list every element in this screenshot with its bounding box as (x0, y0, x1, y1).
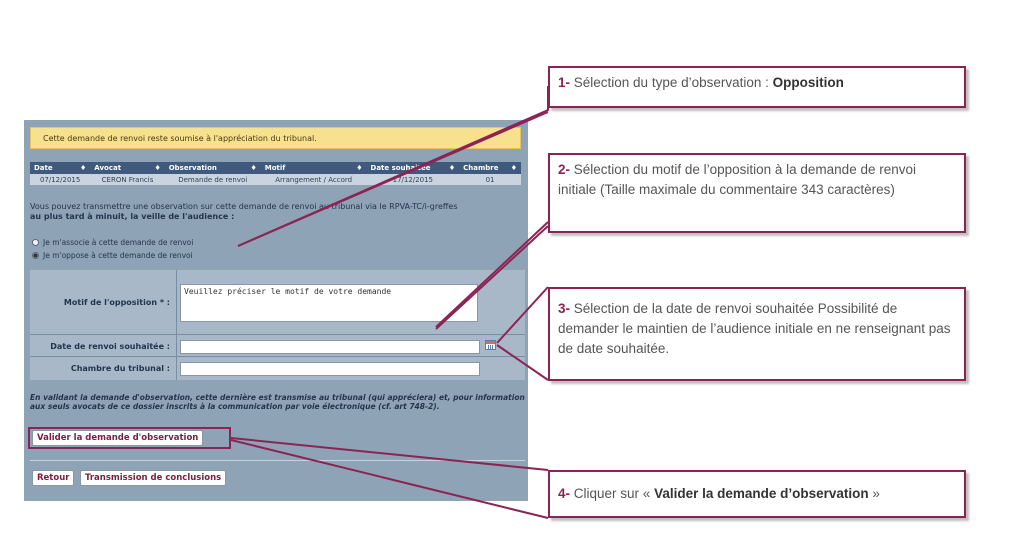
radio-associate[interactable] (32, 239, 39, 246)
col-observation[interactable]: Observation ♦ (164, 162, 261, 174)
date-input[interactable] (180, 340, 480, 354)
callout-2: 2- Sélection du motif de l’opposition à … (548, 153, 966, 233)
col-date-souhaitee[interactable]: Date souhaitée ♦ (366, 162, 460, 174)
notice-banner: Cette demande de renvoi reste soumise à … (30, 127, 521, 149)
callout-2-text: Sélection du motif de l’opposition à la … (558, 162, 916, 197)
cell-date: 07/12/2015 (30, 174, 91, 185)
info-text: Vous pouvez transmettre une observation … (30, 202, 525, 222)
col-avocat[interactable]: Avocat ♦ (90, 162, 165, 174)
radio-associate-row[interactable]: Je m'associe à cette demande de renvoi (32, 238, 193, 247)
sort-icon[interactable]: ♦ (356, 164, 362, 172)
chambre-input[interactable] (180, 362, 480, 376)
callout-3-text: Sélection de la date de renvoi souhaitée… (558, 301, 951, 356)
form-row-divider (30, 356, 525, 357)
col-motif[interactable]: Motif ♦ (260, 162, 367, 174)
sort-icon[interactable]: ♦ (154, 164, 160, 172)
back-button[interactable]: Retour (32, 470, 75, 486)
callout-3-number: 3- (558, 301, 571, 316)
cell-avocat: CERON Francis (90, 174, 165, 185)
table-header-row: Date ♦ Avocat ♦ Observation ♦ Motif ♦ Da… (30, 162, 521, 174)
divider (30, 460, 525, 461)
sort-icon[interactable]: ♦ (449, 164, 455, 172)
radio-oppose[interactable] (32, 252, 39, 259)
callout-1-number: 1- (558, 75, 571, 90)
sort-icon[interactable]: ♦ (511, 164, 517, 172)
callout-3: 3- Sélection de la date de renvoi souhai… (548, 287, 966, 381)
radio-associate-label: Je m'associe à cette demande de renvoi (43, 238, 194, 247)
radio-oppose-label: Je m'oppose à cette demande de renvoi (43, 251, 193, 260)
legal-text: En validant la demande d'observation, ce… (30, 393, 525, 411)
callout-1: 1- Sélection du type d’observation : Opp… (548, 66, 966, 108)
chambre-label: Chambre du tribunal : (70, 364, 170, 373)
info-sentence: Vous pouvez transmettre une observation … (30, 202, 458, 211)
sort-icon[interactable]: ♦ (250, 164, 256, 172)
callout-4-end: » (868, 486, 880, 501)
table-row: 07/12/2015 CERON Francis Demande de renv… (30, 174, 521, 185)
sort-icon[interactable]: ♦ (80, 164, 86, 172)
validate-highlight (28, 427, 231, 449)
col-date[interactable]: Date ♦ (30, 162, 91, 174)
date-label: Date de renvoi souhaitée : (50, 342, 170, 351)
form-divider-vertical (176, 270, 177, 380)
form-row-divider (30, 334, 525, 335)
callout-4-text: Cliquer sur « (570, 486, 655, 501)
motif-label: Motif de l'opposition * : (63, 298, 170, 307)
col-chambre[interactable]: Chambre ♦ (459, 162, 521, 174)
callout-4: 4- Cliquer sur « Valider la demande d’ob… (548, 470, 966, 518)
callout-2-number: 2- (558, 162, 571, 177)
cell-observation: Demande de renvoi (164, 174, 261, 185)
motif-textarea[interactable]: Veuillez préciser le motif de votre dema… (180, 284, 478, 322)
callout-1-bold: Opposition (772, 75, 844, 90)
cell-chambre: 01 (459, 174, 521, 185)
transmit-button[interactable]: Transmission de conclusions (80, 470, 227, 486)
observation-form: Motif de l'opposition * : Veuillez préci… (30, 270, 525, 380)
callout-4-bold: Valider la demande d’observation (654, 486, 869, 501)
calendar-icon[interactable] (485, 340, 496, 350)
cell-date-souhaitee: 17/12/2015 (366, 174, 460, 185)
cell-motif: Arrangement / Accord (260, 174, 367, 185)
info-deadline: au plus tard à minuit, la veille de l'au… (30, 212, 235, 221)
callout-4-number: 4- (558, 486, 571, 501)
callout-1-text: Sélection du type d’observation : (570, 75, 773, 90)
radio-oppose-row[interactable]: Je m'oppose à cette demande de renvoi (32, 251, 193, 260)
request-table: Date ♦ Avocat ♦ Observation ♦ Motif ♦ Da… (30, 162, 521, 185)
